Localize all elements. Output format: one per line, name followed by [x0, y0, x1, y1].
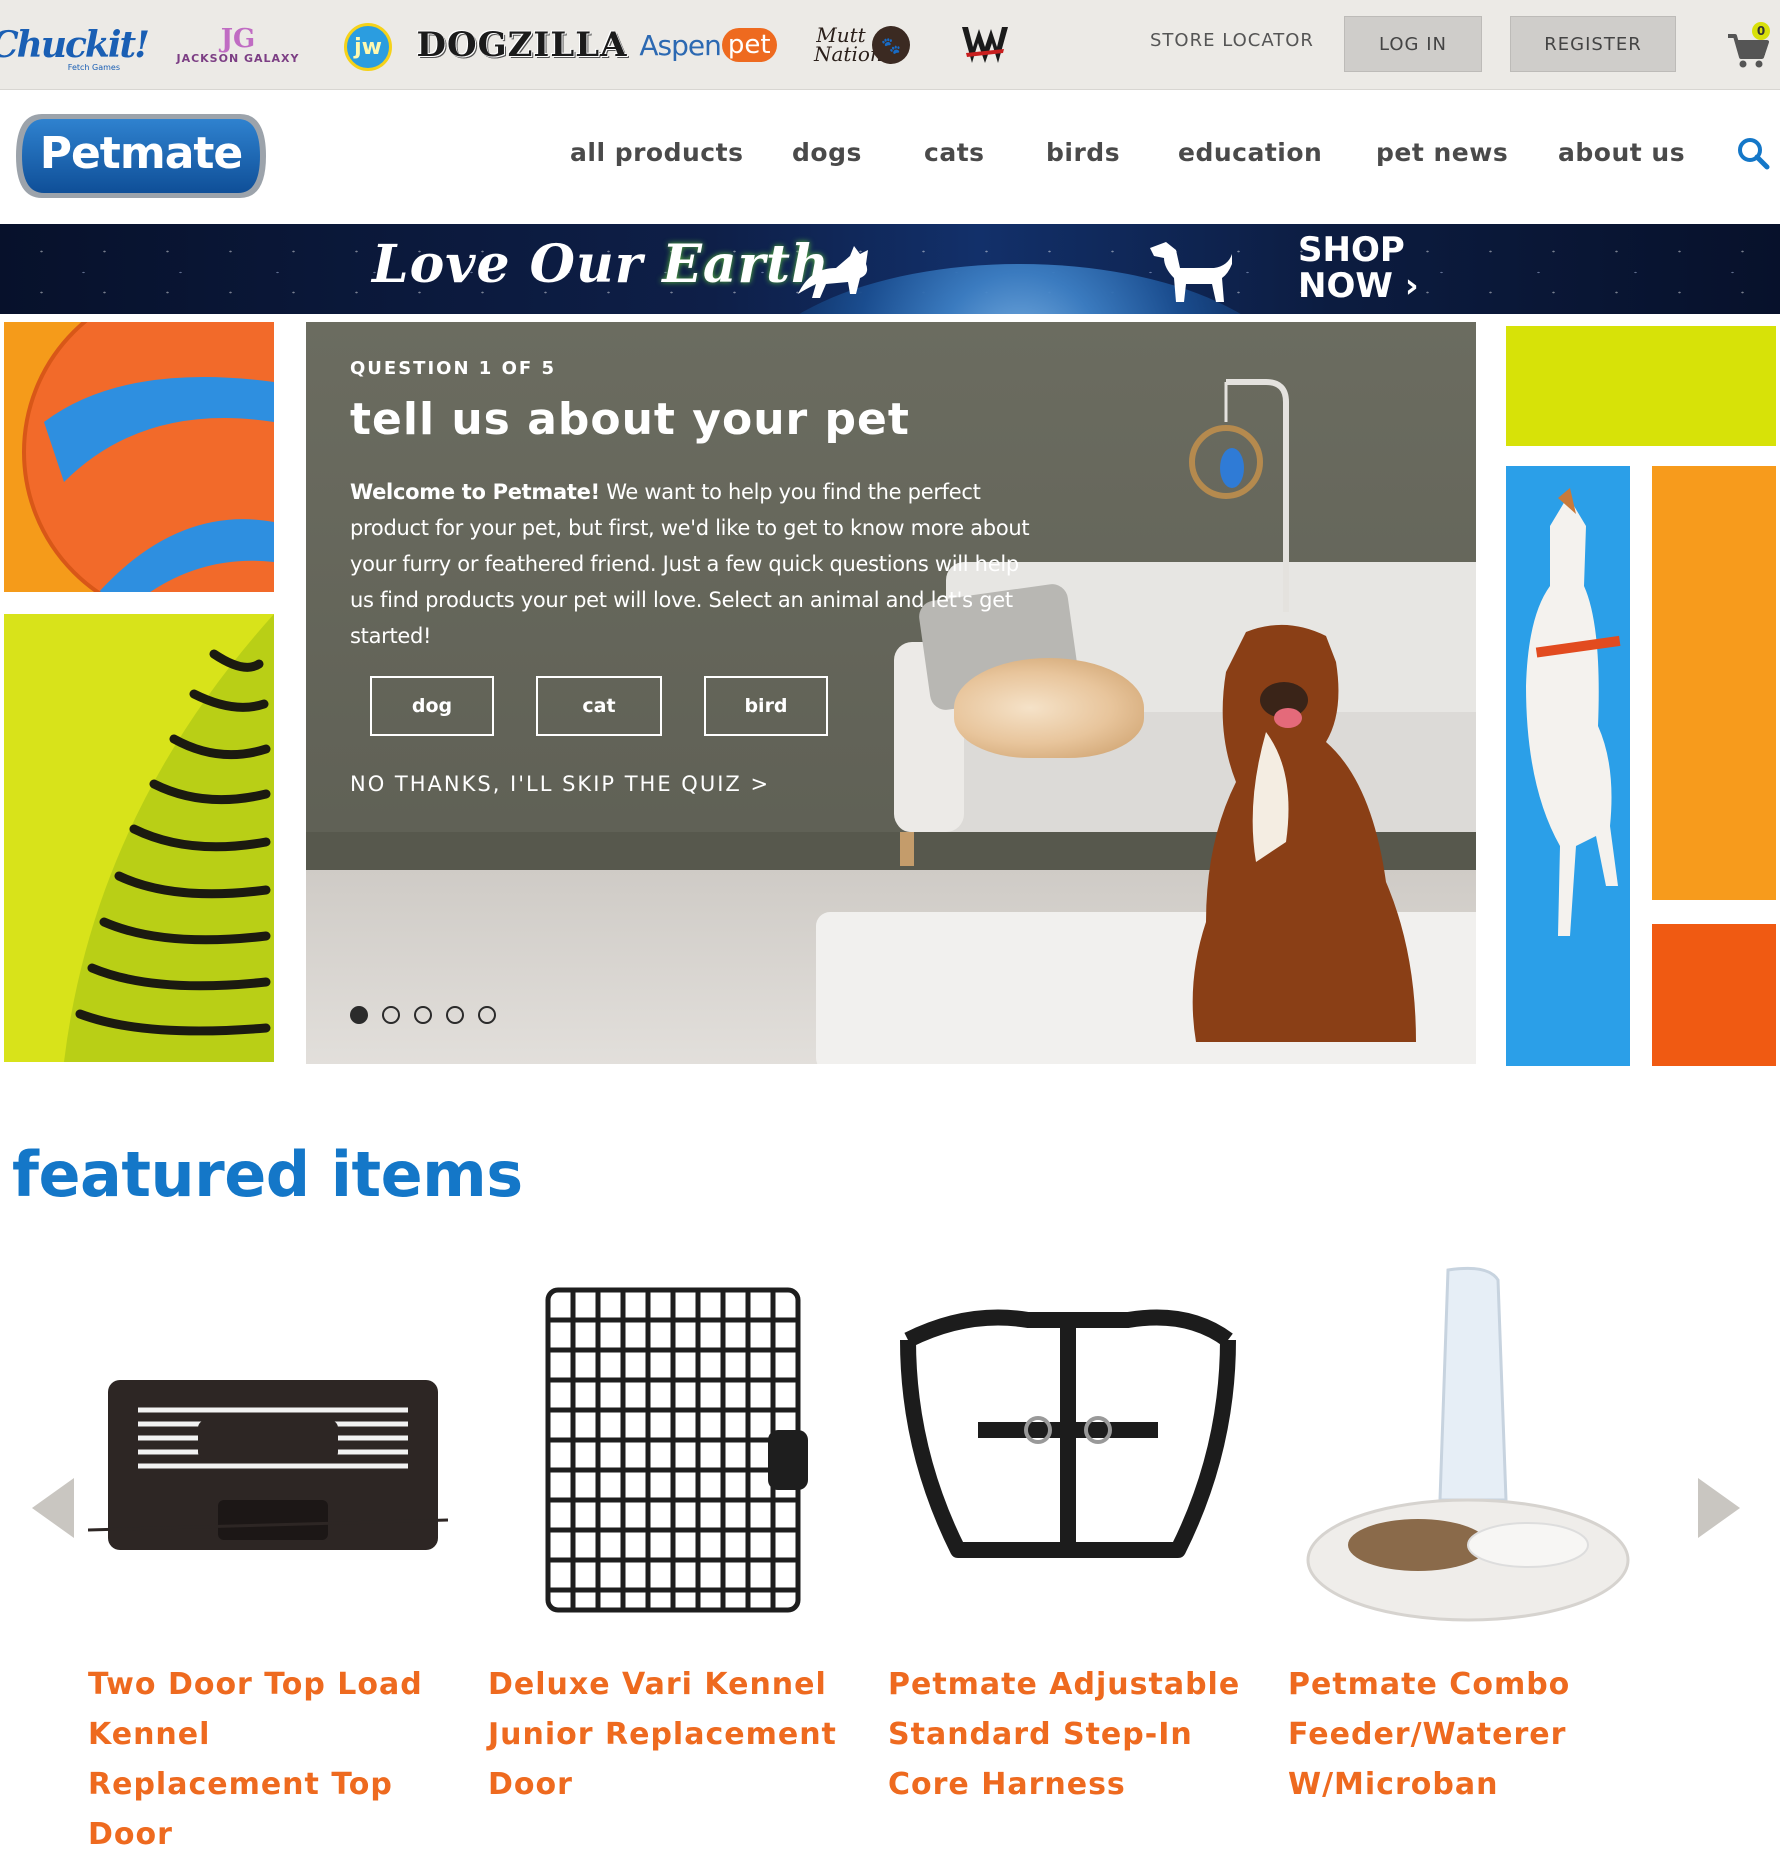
brand-logo-wwe[interactable] — [958, 18, 1012, 72]
chevron-right-icon — [1698, 1478, 1740, 1538]
carousel-dot-2[interactable] — [382, 1006, 400, 1024]
cat-silhouette-icon — [798, 246, 868, 298]
cart-count-badge: 0 — [1752, 22, 1770, 40]
product-image[interactable] — [488, 1260, 848, 1640]
brown-dog-image — [1192, 624, 1416, 1042]
product-name[interactable]: Deluxe Vari Kennel Junior Replacement Do… — [488, 1660, 848, 1810]
sofa-leg — [900, 832, 914, 866]
jumping-dog-image — [1526, 488, 1621, 936]
brand-chuckit-text: Chuckit! — [0, 24, 150, 66]
orange-color-tile — [1652, 466, 1776, 900]
carousel-next-button[interactable] — [1692, 1476, 1742, 1540]
parakeet-tile[interactable] — [4, 614, 274, 1062]
love-our-earth-banner[interactable]: Love Our Earth SHOP NOW › — [0, 224, 1780, 314]
ball-product-tile[interactable] — [4, 322, 274, 592]
persian-cat-image — [954, 658, 1144, 758]
petmate-logo[interactable]: Petmate — [12, 108, 270, 204]
carousel-dot-3[interactable] — [414, 1006, 432, 1024]
jumping-dog-tile[interactable] — [1506, 466, 1630, 1066]
product-name[interactable]: Petmate Combo Feeder/Waterer W/Microban — [1288, 1660, 1648, 1810]
brand-aspen-pet-text: pet — [721, 28, 777, 62]
red-orange-color-tile — [1652, 924, 1776, 1066]
product-card[interactable]: Petmate Adjustable Standard Step-In Core… — [888, 1260, 1248, 1810]
brand-jackson-text: JACKSON GALAXY — [176, 51, 300, 65]
product-name[interactable]: Petmate Adjustable Standard Step-In Core… — [888, 1660, 1248, 1810]
carousel-dot-1[interactable] — [350, 1006, 368, 1024]
bird-perch-stand-image — [1189, 379, 1289, 612]
search-button[interactable] — [1736, 136, 1770, 170]
pet-quiz-hero: QUESTION 1 OF 5 tell us about your pet W… — [306, 322, 1476, 1064]
combo-feeder-waterer-image — [1306, 1266, 1630, 1622]
nav-pet-news[interactable]: pet news — [1376, 138, 1508, 167]
nav-birds[interactable]: birds — [1046, 138, 1120, 167]
quiz-intro-bold: Welcome to Petmate! — [350, 480, 600, 504]
brand-bar: Chuckit! Fetch Games JG JACKSON GALAXY j… — [0, 0, 1780, 90]
product-image[interactable] — [1288, 1260, 1648, 1640]
shop-now-link[interactable]: SHOP NOW › — [1298, 232, 1419, 304]
quiz-question-counter: QUESTION 1 OF 5 — [350, 358, 556, 379]
carousel-dots — [350, 1006, 496, 1024]
dog-silhouette-icon — [1150, 242, 1232, 302]
brand-logo-chuckit[interactable]: Chuckit! Fetch Games — [0, 18, 150, 72]
brand-jw-text: jw — [354, 34, 382, 60]
product-card[interactable]: Petmate Combo Feeder/Waterer W/Microban — [1288, 1260, 1648, 1810]
brand-aspen-text: Aspen — [639, 28, 721, 62]
chevron-left-icon — [32, 1478, 74, 1538]
lime-color-tile — [1506, 326, 1776, 446]
quiz-title: tell us about your pet — [350, 394, 910, 445]
shopping-cart-button[interactable]: 0 — [1726, 22, 1772, 72]
main-header: Petmate all products dogs cats birds edu… — [0, 90, 1780, 224]
product-image[interactable] — [88, 1260, 448, 1640]
quiz-intro-body: We want to help you find the perfect pro… — [350, 480, 1030, 648]
banner-title-love-our: Love Our — [372, 234, 644, 295]
skip-quiz-link[interactable]: NO THANKS, I'LL SKIP THE QUIZ > — [350, 772, 770, 796]
kennel-top-door-image — [88, 1380, 448, 1550]
brand-logo-mutt-nation[interactable]: Mutt Nation 🐾 — [810, 18, 914, 72]
product-card[interactable]: Two Door Top Load Kennel Replacement Top… — [88, 1260, 448, 1860]
nav-all-products[interactable]: all products — [570, 138, 743, 167]
product-name[interactable]: Two Door Top Load Kennel Replacement Top… — [88, 1660, 448, 1860]
featured-items-heading: featured items — [12, 1138, 523, 1211]
shop-now-line1: SHOP — [1298, 230, 1405, 270]
quiz-option-bird-button[interactable]: bird — [704, 676, 828, 736]
brand-jackson-mark: JG — [220, 23, 256, 54]
brand-dogzilla-text: DOGZILLA — [416, 25, 628, 65]
nav-cats[interactable]: cats — [924, 138, 985, 167]
product-image[interactable] — [888, 1260, 1248, 1640]
nav-education[interactable]: education — [1178, 138, 1322, 167]
chuckit-ball-image — [22, 322, 274, 592]
carousel-prev-button[interactable] — [30, 1476, 80, 1540]
brand-logo-aspen-pet[interactable]: Aspen pet — [639, 18, 777, 72]
dog-harness-image — [900, 1309, 1236, 1558]
paw-icon: 🐾 — [872, 26, 910, 64]
brand-logo-jw[interactable]: jw — [344, 23, 392, 71]
search-icon — [1738, 138, 1770, 170]
register-button[interactable]: REGISTER — [1510, 16, 1676, 72]
banner-title: Love Our Earth — [372, 234, 830, 295]
wwe-icon — [962, 27, 1008, 63]
shop-now-line2: NOW › — [1298, 266, 1419, 306]
brand-chuckit-sub: Fetch Games — [67, 63, 120, 72]
parakeet-feathers-image — [64, 614, 274, 1062]
quiz-intro-text: Welcome to Petmate! We want to help you … — [350, 474, 1030, 654]
store-locator-link[interactable]: STORE LOCATOR — [1150, 30, 1314, 51]
kennel-wire-door-image — [545, 1287, 808, 1613]
carousel-dot-4[interactable] — [446, 1006, 464, 1024]
product-card[interactable]: Deluxe Vari Kennel Junior Replacement Do… — [488, 1260, 848, 1810]
brand-logo-jackson-galaxy[interactable]: JG JACKSON GALAXY — [168, 18, 308, 72]
brand-mutt-text: Mutt Nation — [814, 23, 883, 66]
quiz-option-cat-button[interactable]: cat — [536, 676, 662, 736]
brand-logo-dogzilla[interactable]: DOGZILLA — [416, 18, 626, 72]
quiz-option-dog-button[interactable]: dog — [370, 676, 494, 736]
nav-dogs[interactable]: dogs — [792, 138, 862, 167]
carousel-dot-5[interactable] — [478, 1006, 496, 1024]
login-button[interactable]: LOG IN — [1344, 16, 1482, 72]
petmate-logo-text: Petmate — [39, 128, 244, 179]
nav-about-us[interactable]: about us — [1558, 138, 1685, 167]
